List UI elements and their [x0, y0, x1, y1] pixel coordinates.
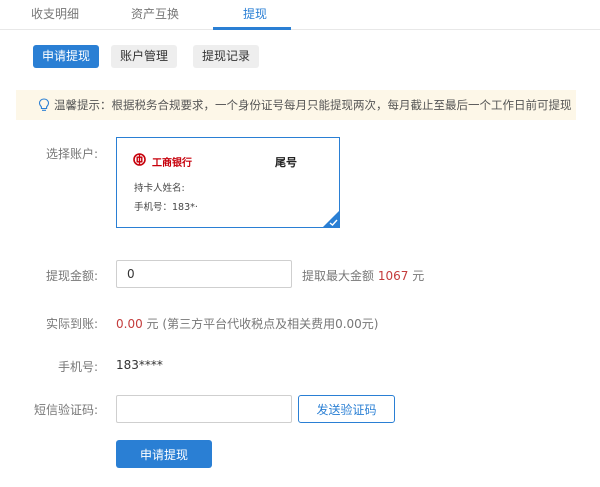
sms-label: 短信验证码: [33, 403, 98, 417]
tab-withdraw[interactable]: 提现 [243, 5, 267, 22]
bank-account-card[interactable]: 工商银行 尾号 持卡人姓名: 手机号：183*· [116, 137, 340, 228]
actual-amount-value: 0.00 [116, 317, 143, 331]
card-holder-name: 持卡人姓名: [134, 183, 185, 194]
sms-code-input[interactable] [116, 395, 292, 423]
lightbulb-icon [38, 98, 50, 111]
tab-income-expense[interactable]: 收支明细 [31, 5, 79, 22]
phone-value: 183**** [116, 358, 163, 372]
tab-asset-exchange[interactable]: 资产互换 [131, 5, 179, 22]
card-tail-label: 尾号 [275, 156, 297, 169]
card-phone: 手机号：183*· [134, 202, 198, 213]
actual-fee-note: (第三方平台代收税点及相关费用0.00元) [162, 317, 379, 331]
icbc-logo-icon [133, 153, 146, 166]
selected-check-icon [323, 211, 339, 227]
subtab-account-management[interactable]: 账户管理 [111, 45, 178, 68]
subtab-apply-withdraw[interactable]: 申请提现 [33, 45, 100, 68]
phone-label: 手机号: [57, 360, 98, 374]
send-code-button[interactable]: 发送验证码 [298, 395, 395, 423]
withdraw-amount-input[interactable] [116, 260, 292, 288]
account-label: 选择账户: [45, 147, 98, 161]
active-tab-indicator [213, 27, 291, 30]
max-amount-hint: 提取最大金额 1067 元 [302, 269, 425, 283]
actual-label: 实际到账: [45, 317, 98, 331]
actual-amount-row: 0.00 元 (第三方平台代收税点及相关费用0.00元) [116, 317, 379, 331]
amount-label: 提现金额: [45, 269, 98, 283]
subtab-withdraw-records[interactable]: 提现记录 [193, 45, 260, 68]
tip-banner: 温馨提示：根据税务合规要求，一个身份证号每月只能提现两次，每月截止至最后一个工作… [16, 90, 576, 120]
bank-name: 工商银行 [152, 158, 192, 169]
tip-text: 温馨提示：根据税务合规要求，一个身份证号每月只能提现两次，每月截止至最后一个工作… [54, 98, 572, 112]
top-tab-bar: 收支明细 资产互换 提现 [0, 0, 600, 30]
max-amount-value: 1067 [377, 269, 409, 283]
apply-withdraw-button[interactable]: 申请提现 [116, 440, 212, 468]
